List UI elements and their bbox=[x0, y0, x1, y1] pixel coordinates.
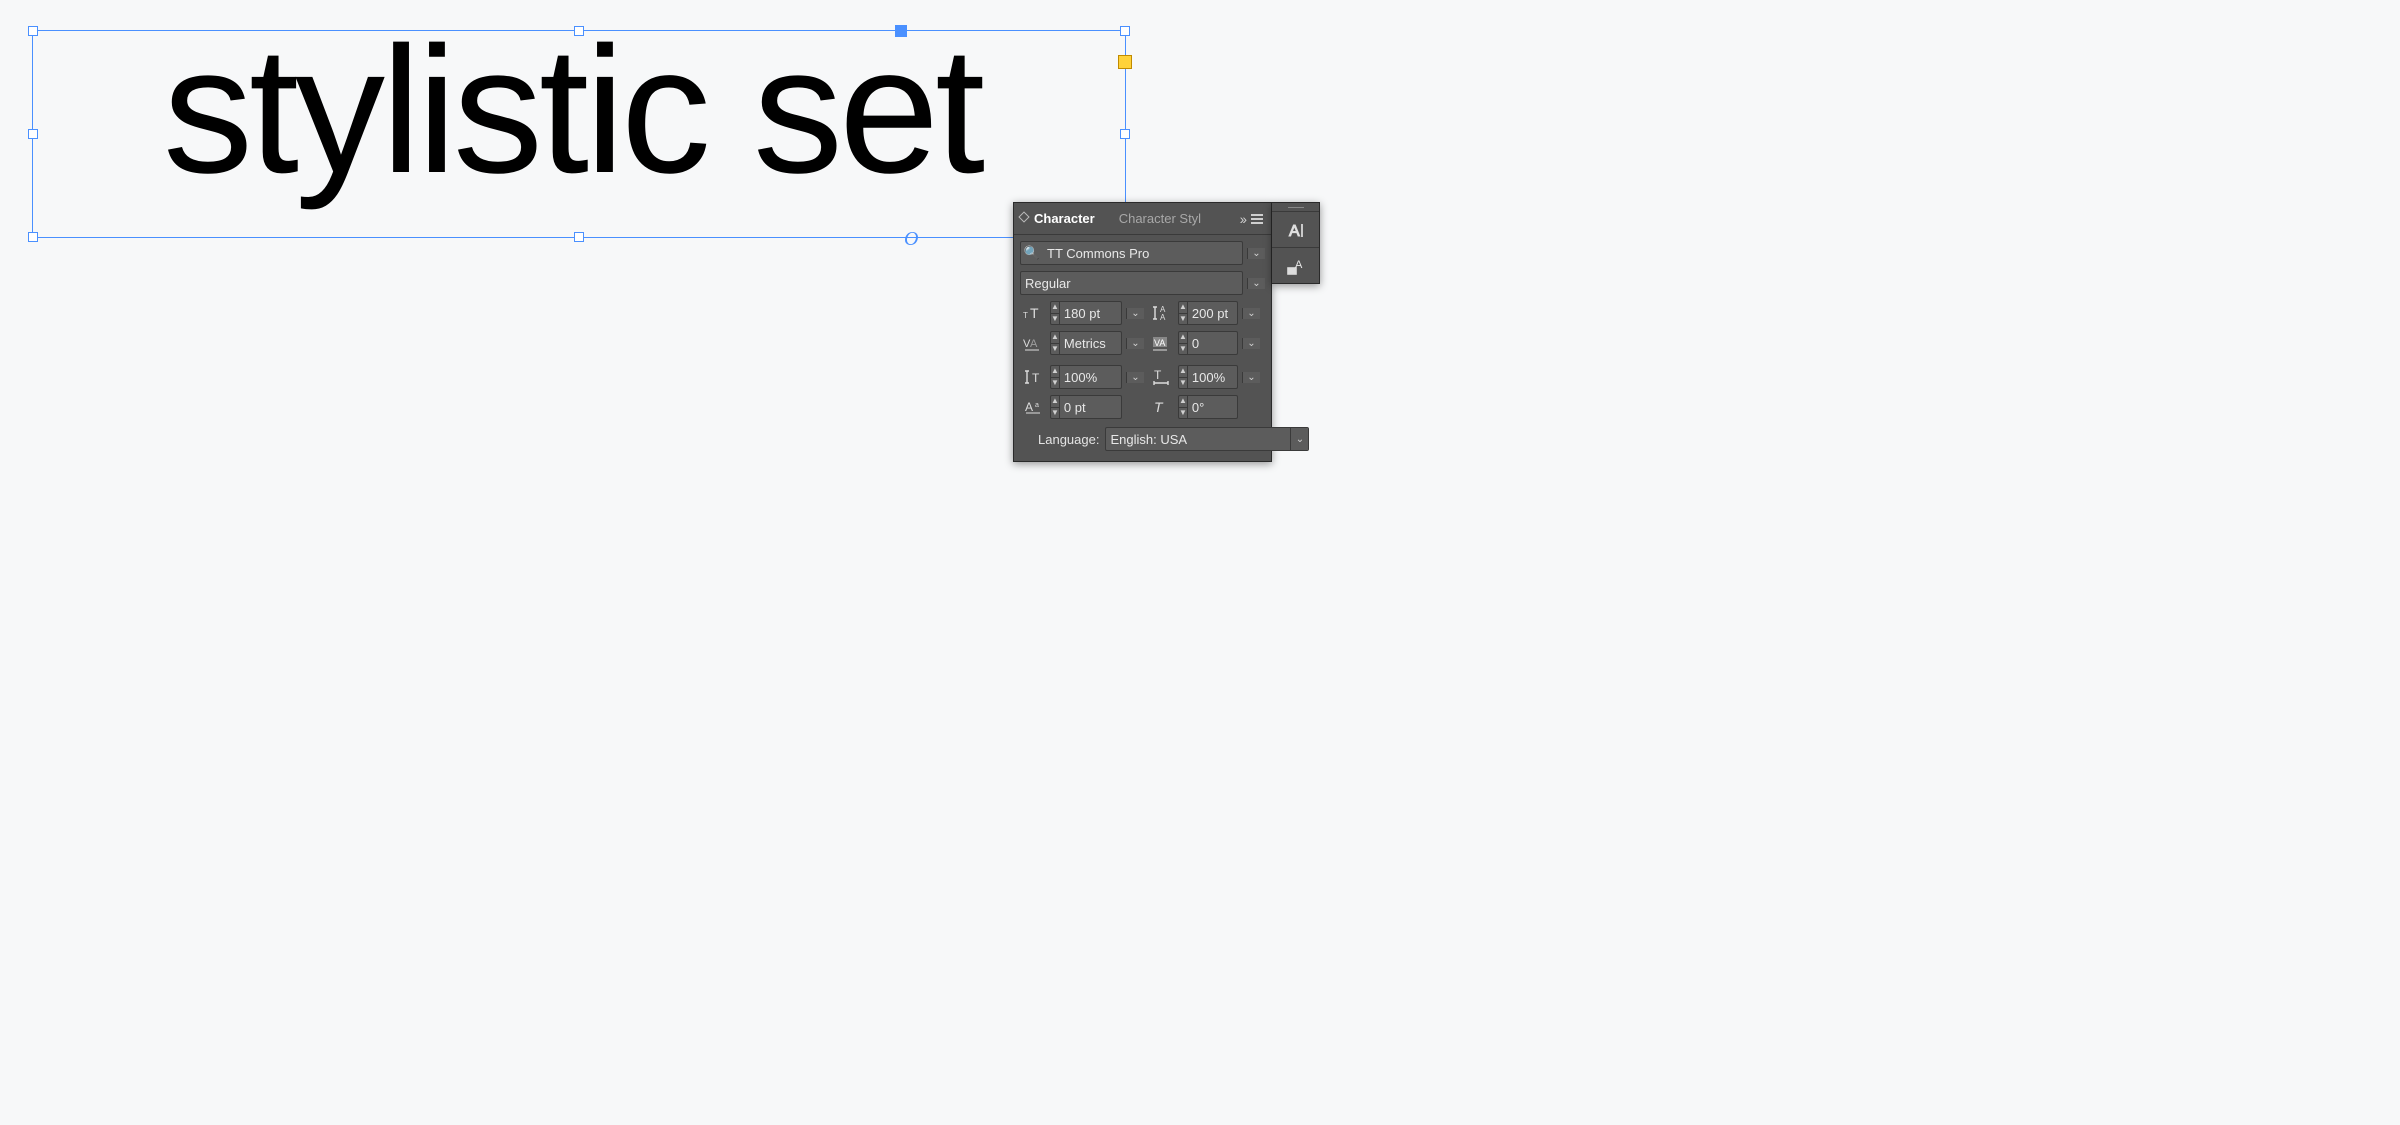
font-size-stepper[interactable]: ▲▼ bbox=[1051, 302, 1060, 324]
tracking-input[interactable] bbox=[1188, 332, 1372, 354]
vscale-icon: T bbox=[1020, 365, 1046, 389]
svg-text:T: T bbox=[1032, 371, 1040, 385]
text-content[interactable]: stylistic set bbox=[163, 7, 981, 214]
kerning-icon: VA bbox=[1020, 331, 1046, 355]
panel-menu-icon[interactable] bbox=[1251, 214, 1271, 224]
kerning-dropdown[interactable]: ⌄ bbox=[1126, 338, 1144, 349]
kerning-stepper[interactable]: ▲▼ bbox=[1051, 332, 1060, 354]
skew-icon: T bbox=[1148, 395, 1174, 419]
handle-mr[interactable] bbox=[1120, 129, 1130, 139]
baseline-stepper[interactable]: ▲▼ bbox=[1051, 396, 1060, 418]
svg-text:T: T bbox=[1023, 311, 1028, 320]
handle-tm[interactable] bbox=[574, 26, 584, 36]
leading-dropdown[interactable]: ⌄ bbox=[1242, 308, 1260, 319]
origin-marker: O bbox=[904, 228, 918, 251]
font-style-dropdown[interactable]: ⌄ bbox=[1247, 278, 1265, 289]
language-dropdown[interactable]: ⌄ bbox=[1290, 428, 1308, 450]
skew-input[interactable] bbox=[1188, 396, 1372, 418]
char-styles-dock-icon[interactable]: A bbox=[1272, 247, 1319, 283]
skew-stepper[interactable]: ▲▼ bbox=[1179, 396, 1188, 418]
in-port[interactable] bbox=[895, 25, 907, 37]
font-family-input[interactable] bbox=[1043, 242, 1242, 264]
dock-grip[interactable] bbox=[1272, 203, 1319, 211]
character-panel[interactable]: Character Character Styl ›› 🔍 ⌄ ⌄ TT bbox=[1013, 202, 1272, 462]
font-family-dropdown[interactable]: ⌄ bbox=[1247, 248, 1265, 259]
tracking-icon: VA bbox=[1148, 331, 1174, 355]
svg-text:T: T bbox=[1154, 399, 1164, 415]
leading-input[interactable] bbox=[1188, 302, 1372, 324]
tracking-stepper[interactable]: ▲▼ bbox=[1179, 332, 1188, 354]
svg-text:T: T bbox=[1154, 368, 1162, 382]
font-size-icon: TT bbox=[1020, 301, 1046, 325]
svg-text:a: a bbox=[1035, 402, 1039, 409]
leading-stepper[interactable]: ▲▼ bbox=[1179, 302, 1188, 324]
panel-dock: A A bbox=[1272, 202, 1320, 284]
baseline-shift-icon: Aa bbox=[1020, 395, 1046, 419]
handle-bl[interactable] bbox=[28, 232, 38, 242]
svg-text:A: A bbox=[1160, 313, 1166, 322]
vscale-dropdown[interactable]: ⌄ bbox=[1126, 372, 1144, 383]
panel-header: Character Character Styl ›› bbox=[1014, 203, 1271, 235]
search-icon: 🔍 bbox=[1021, 242, 1043, 264]
hscale-dropdown[interactable]: ⌄ bbox=[1242, 372, 1260, 383]
language-select[interactable] bbox=[1106, 428, 1290, 450]
svg-text:A: A bbox=[1289, 223, 1300, 240]
panel-body: 🔍 ⌄ ⌄ TT ▲▼ ⌄ AA ▲▼ bbox=[1014, 235, 1271, 461]
svg-text:VA: VA bbox=[1154, 338, 1165, 348]
font-style-input[interactable] bbox=[1021, 272, 1242, 294]
hscale-stepper[interactable]: ▲▼ bbox=[1179, 366, 1188, 388]
vscale-stepper[interactable]: ▲▼ bbox=[1051, 366, 1060, 388]
font-size-dropdown[interactable]: ⌄ bbox=[1126, 308, 1144, 319]
handle-ml[interactable] bbox=[28, 129, 38, 139]
hscale-icon: T bbox=[1148, 365, 1174, 389]
svg-text:A: A bbox=[1030, 338, 1038, 350]
out-port[interactable] bbox=[1118, 55, 1132, 69]
hscale-input[interactable] bbox=[1188, 366, 1372, 388]
language-label: Language: bbox=[1038, 432, 1099, 447]
handle-tl[interactable] bbox=[28, 26, 38, 36]
svg-text:A: A bbox=[1025, 400, 1033, 414]
handle-bm[interactable] bbox=[574, 232, 584, 242]
svg-text:T: T bbox=[1030, 305, 1039, 321]
more-tabs-icon[interactable]: ›› bbox=[1234, 211, 1251, 227]
svg-text:A: A bbox=[1295, 259, 1303, 271]
leading-icon: AA bbox=[1148, 301, 1174, 325]
handle-tr[interactable] bbox=[1120, 26, 1130, 36]
tracking-dropdown[interactable]: ⌄ bbox=[1242, 338, 1260, 349]
character-dock-icon[interactable]: A bbox=[1272, 211, 1319, 247]
text-frame[interactable]: stylistic set O bbox=[32, 30, 1126, 238]
tab-character-styles[interactable]: Character Styl bbox=[1107, 203, 1213, 234]
